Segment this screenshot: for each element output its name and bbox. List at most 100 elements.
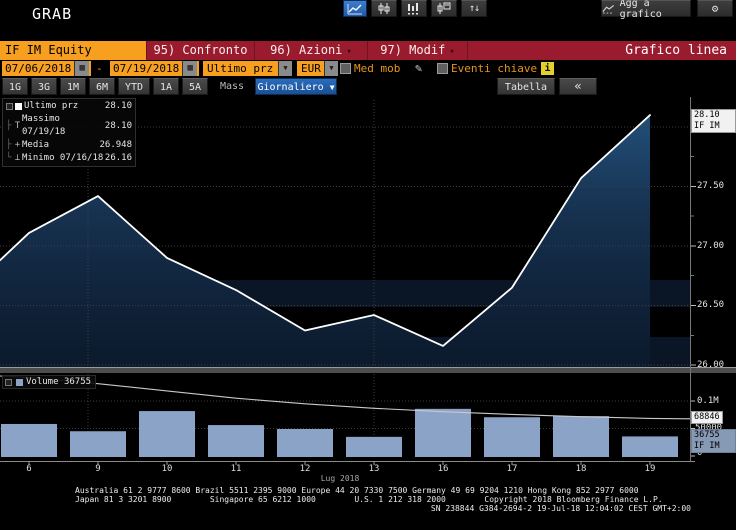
legend-row-massimo: ├ T Massimo 07/19/18 28.10 — [6, 113, 132, 139]
low-marker-icon: ⊥ — [13, 152, 22, 165]
series-color-swatch — [15, 103, 22, 110]
chevron-down-icon: ▾ — [346, 47, 351, 57]
volume-color-swatch — [16, 379, 23, 386]
tree-branch: ├ — [6, 139, 13, 152]
info-icon[interactable]: i — [541, 62, 554, 75]
menu-item-modif[interactable]: 97) Modif ▾ — [367, 41, 467, 60]
legend-label: Ultimo prz — [24, 100, 105, 113]
line-chart-type-button[interactable] — [343, 0, 367, 17]
view-title: Grafico linea — [625, 41, 736, 60]
x-tick-label: 19 — [638, 464, 662, 474]
legend-label: Media — [22, 139, 99, 152]
expander-icon[interactable] — [6, 103, 13, 110]
price-axis-label: 27.50 — [697, 181, 724, 191]
collapse-panel-button[interactable]: « — [559, 78, 597, 95]
volume-legend-label: Volume — [26, 376, 59, 388]
bar-chart-icon — [406, 2, 422, 15]
menu-item-confronto[interactable]: 95) Confronto — [146, 41, 254, 60]
candle-window-icon — [436, 2, 452, 15]
x-tick-label: 13 — [362, 464, 386, 474]
period-button-5a[interactable]: 5A — [182, 78, 208, 95]
volume-bars-button[interactable] — [401, 0, 427, 17]
x-tick-label: 10 — [155, 464, 179, 474]
volume-bar[interactable] — [208, 425, 264, 457]
table-button[interactable]: Tabella — [497, 78, 555, 95]
pencil-icon[interactable]: ✎ — [415, 61, 422, 76]
menu-item-modif-label: 97) Modif — [380, 43, 445, 57]
legend-row-minimo: └ ⊥ Minimo 07/16/18 26.16 — [6, 152, 132, 165]
med-mob-checkbox[interactable] — [340, 63, 351, 74]
add-to-chart-button[interactable]: Agg a grafico — [601, 0, 691, 17]
volume-bar[interactable] — [484, 417, 540, 457]
legend-value: 28.10 — [105, 100, 132, 113]
x-tick-label: 16 — [431, 464, 455, 474]
volume-legend[interactable]: Volume 36755 — [2, 375, 96, 389]
x-tick-label: 17 — [500, 464, 524, 474]
legend-value: 28.10 — [105, 120, 132, 133]
mini-chart-icon — [602, 4, 615, 14]
ohlc-bars-icon — [376, 2, 392, 15]
ticker-field[interactable]: IF IM Equity — [0, 41, 146, 60]
candle-window-button[interactable] — [431, 0, 457, 17]
sort-arrows-button[interactable]: ↑↓ — [461, 0, 487, 17]
chevron-down-icon: ▼ — [330, 83, 335, 92]
footer-session-line: SN 238844 G384-2694-2 19-Jul-18 12:04:02… — [0, 504, 691, 513]
date-to-value: 07/19/2018 — [110, 61, 182, 76]
price-source-dropdown[interactable]: Ultimo prz ▼ — [203, 61, 292, 76]
chevron-down-icon: ▾ — [449, 47, 454, 57]
expander-icon[interactable] — [5, 379, 12, 386]
period-button-1m[interactable]: 1M — [60, 78, 86, 95]
chevron-down-icon[interactable]: ▼ — [278, 61, 292, 76]
frequency-value: Giornaliero — [257, 82, 323, 93]
add-to-chart-label: Agg a grafico — [620, 0, 690, 20]
price-source-value: Ultimo prz — [203, 61, 278, 76]
period-button-1g[interactable]: 1G — [2, 78, 28, 95]
period-button-6m[interactable]: 6M — [89, 78, 115, 95]
page-title: GRAB — [32, 5, 72, 23]
eventi-chiave-label: Eventi chiave — [451, 61, 537, 76]
maximize-button[interactable]: Mass — [214, 78, 250, 95]
price-axis-label: 26.00 — [697, 360, 724, 370]
eventi-chiave-checkbox[interactable] — [437, 63, 448, 74]
menu-bar: IF IM Equity 95) Confronto 96) Azioni ▾ 9… — [0, 41, 736, 60]
x-tick-label: 12 — [293, 464, 317, 474]
legend-row-ultimo-prz[interactable]: Ultimo prz 28.10 — [6, 100, 132, 113]
chevron-down-icon[interactable]: ▼ — [324, 61, 338, 76]
date-to-field[interactable]: 07/19/2018 ▦ — [110, 61, 199, 76]
gear-icon: ⚙ — [712, 2, 719, 15]
line-chart-icon — [347, 3, 363, 15]
volume-bar[interactable] — [346, 437, 402, 457]
tree-branch: └ — [6, 152, 13, 165]
period-button-1a[interactable]: 1A — [153, 78, 179, 95]
ohlc-chart-type-button[interactable] — [371, 0, 397, 17]
price-legend[interactable]: Ultimo prz 28.10 ├ T Massimo 07/19/18 28… — [2, 98, 136, 167]
x-tick-label: 11 — [224, 464, 248, 474]
volume-axis-label: 0.1M — [697, 396, 719, 406]
volume-bar[interactable] — [139, 411, 195, 457]
period-button-ytd[interactable]: YTD — [118, 78, 150, 95]
volume-bar[interactable] — [553, 416, 609, 457]
date-from-field[interactable]: 07/06/2018 ▦ — [2, 61, 91, 76]
volume-bar[interactable] — [277, 429, 333, 457]
date-range-separator: - — [96, 61, 103, 76]
menu-item-azioni[interactable]: 96) Azioni ▾ — [254, 41, 367, 60]
volume-bar[interactable] — [70, 431, 126, 457]
volume-bar[interactable] — [415, 409, 471, 457]
footer-copyright-line: Japan 81 3 3201 8900 Singapore 65 6212 1… — [75, 495, 663, 504]
calendar-icon[interactable]: ▦ — [74, 61, 89, 76]
menu-item-azioni-label: 96) Azioni — [270, 43, 342, 57]
calendar-icon[interactable]: ▦ — [182, 61, 197, 76]
x-tick-label: 6 — [17, 464, 41, 474]
volume-ma-badge: 68846 — [691, 411, 723, 424]
price-axis-label: 27.00 — [697, 241, 724, 251]
last-volume-badge: 36755 IF IM — [691, 429, 736, 453]
currency-dropdown[interactable]: EUR ▼ — [297, 61, 338, 76]
settings-button[interactable]: ⚙ — [697, 0, 733, 17]
frequency-dropdown[interactable]: Giornaliero ▼ — [255, 78, 337, 95]
x-tick-label: 9 — [86, 464, 110, 474]
period-button-3g[interactable]: 3G — [31, 78, 57, 95]
legend-value: 26.948 — [99, 139, 132, 152]
tree-branch: ├ — [6, 120, 13, 133]
volume-bar[interactable] — [622, 436, 678, 457]
volume-bar[interactable] — [1, 424, 57, 457]
